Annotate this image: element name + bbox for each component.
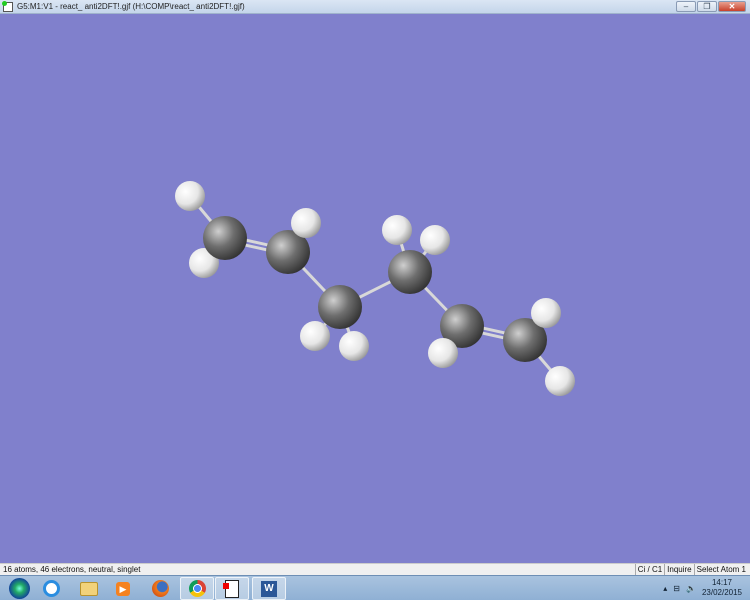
- restore-button[interactable]: ❐: [697, 1, 717, 12]
- hydrogen-atom[interactable]: [420, 225, 450, 255]
- title-bar: G5:M1:V1 - react_ anti2DFT!.gjf (H:\COMP…: [0, 0, 750, 14]
- show-hidden-icons-button[interactable]: ▴: [663, 584, 667, 593]
- taskbar-internet-explorer[interactable]: [34, 577, 68, 600]
- system-tray: ▴ ⊟ 🔈 14:17 23/02/2015: [663, 578, 742, 598]
- clock[interactable]: 14:17 23/02/2015: [702, 578, 742, 598]
- hydrogen-atom[interactable]: [291, 208, 321, 238]
- mode-status: Inquire: [664, 564, 693, 575]
- hydrogen-atom[interactable]: [428, 338, 458, 368]
- taskbar: ▶ W ▴ ⊟ 🔈 14:17 23/02/2015: [0, 575, 750, 600]
- window-title: G5:M1:V1 - react_ anti2DFT!.gjf (H:\COMP…: [17, 2, 245, 11]
- gaussview-icon: [223, 579, 239, 598]
- molecule-view[interactable]: [0, 15, 750, 563]
- symmetry-status: Ci / C1: [634, 564, 664, 575]
- carbon-atom[interactable]: [318, 285, 362, 329]
- start-button[interactable]: [2, 577, 36, 600]
- minimize-button[interactable]: –: [676, 1, 696, 12]
- volume-icon[interactable]: 🔈: [686, 584, 696, 593]
- word-icon: W: [261, 580, 277, 597]
- hydrogen-atom[interactable]: [300, 321, 330, 351]
- taskbar-media-player[interactable]: ▶: [106, 577, 140, 600]
- chrome-icon: [188, 580, 206, 597]
- molecule-viewport[interactable]: [0, 15, 750, 563]
- firefox-icon: [151, 580, 169, 597]
- media-player-icon: ▶: [116, 581, 130, 596]
- prompt-status: Select Atom 1: [693, 564, 748, 575]
- internet-explorer-icon: [42, 580, 60, 597]
- hydrogen-atom[interactable]: [382, 215, 412, 245]
- hydrogen-atom[interactable]: [545, 366, 575, 396]
- network-icon[interactable]: ⊟: [673, 584, 680, 593]
- windows-logo-icon: [8, 578, 30, 599]
- folder-icon: [80, 581, 98, 596]
- clock-date: 23/02/2015: [701, 588, 742, 597]
- taskbar-file-explorer[interactable]: [72, 577, 106, 600]
- clock-time: 14:17: [711, 578, 732, 587]
- close-button[interactable]: ✕: [718, 1, 746, 12]
- taskbar-firefox[interactable]: [143, 577, 177, 600]
- status-bar: 16 atoms, 46 electrons, neutral, singlet…: [0, 563, 750, 575]
- carbon-atom[interactable]: [388, 250, 432, 294]
- hydrogen-atom[interactable]: [531, 298, 561, 328]
- carbon-atom[interactable]: [203, 216, 247, 260]
- taskbar-word[interactable]: W: [252, 577, 286, 600]
- taskbar-gaussview[interactable]: [215, 577, 249, 600]
- molecule-info: 16 atoms, 46 electrons, neutral, singlet: [3, 565, 141, 574]
- taskbar-chrome[interactable]: [180, 577, 214, 600]
- hydrogen-atom[interactable]: [339, 331, 369, 361]
- hydrogen-atom[interactable]: [175, 181, 205, 211]
- gaussview-app-icon[interactable]: [2, 0, 13, 12]
